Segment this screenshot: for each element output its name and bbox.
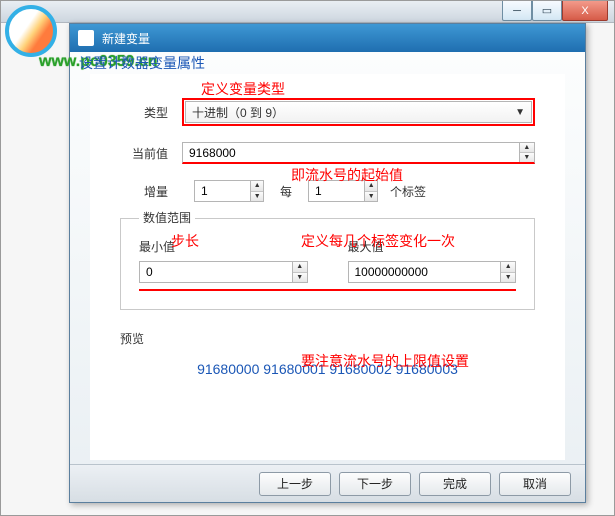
type-select[interactable]: 十进制（0 到 9） ▼: [185, 101, 532, 123]
min-col: 最小值 ▲ ▼: [139, 238, 308, 283]
spin-up-icon[interactable]: ▲: [520, 143, 534, 153]
type-label: 类型: [120, 104, 168, 121]
cancel-button[interactable]: 取消: [499, 472, 571, 496]
window-controls: ─ ▭ X: [502, 1, 608, 21]
annotation-limit: 要注意流水号的上限值设置: [301, 351, 469, 371]
spin-up-icon[interactable]: ▲: [251, 181, 263, 192]
wizard-content: 类型 十进制（0 到 9） ▼ 当前值 ▲: [90, 74, 565, 460]
wizard-titlebar[interactable]: 新建变量: [70, 24, 585, 52]
max-spinner-arrows: ▲ ▼: [500, 262, 515, 282]
annotation-per: 定义每几个标签变化一次: [301, 231, 455, 251]
wizard-window: 新建变量 类型 十进制（0 到 9） ▼ 当前值: [69, 23, 586, 503]
outer-window: ─ ▭ X 界园 www.pc0359.cn 新建变量 类型 十进制（0 到 9…: [0, 0, 615, 516]
current-row: 当前值 ▲ ▼: [120, 142, 535, 164]
increment-spinner-arrows: ▲ ▼: [250, 181, 263, 201]
range-legend: 数值范围: [139, 209, 195, 226]
spin-up-icon[interactable]: ▲: [293, 262, 307, 273]
finish-button[interactable]: 完成: [419, 472, 491, 496]
spin-down-icon[interactable]: ▼: [501, 273, 515, 283]
prev-button[interactable]: 上一步: [259, 472, 331, 496]
min-spinner-arrows: ▲ ▼: [292, 262, 307, 282]
spin-up-icon[interactable]: ▲: [501, 262, 515, 273]
current-spinner-arrows: ▲ ▼: [519, 143, 534, 162]
wizard-title: 新建变量: [102, 30, 150, 47]
next-button[interactable]: 下一步: [339, 472, 411, 496]
min-label: 最小值: [139, 238, 308, 255]
wizard-icon: [78, 30, 94, 46]
max-spinner[interactable]: ▲ ▼: [348, 261, 517, 283]
increment-spinner[interactable]: ▲ ▼: [194, 180, 264, 202]
chevron-down-icon: ▼: [515, 107, 525, 118]
spin-down-icon[interactable]: ▼: [365, 192, 377, 202]
type-highlight-box: 十进制（0 到 9） ▼: [182, 98, 535, 126]
type-select-value: 十进制（0 到 9）: [192, 104, 284, 121]
current-value-spinner[interactable]: ▲ ▼: [182, 142, 535, 164]
close-button[interactable]: X: [562, 1, 608, 21]
range-highlight-underline: [139, 289, 516, 291]
increment-label: 增量: [120, 183, 168, 200]
current-label: 当前值: [120, 145, 168, 162]
maximize-button[interactable]: ▭: [532, 1, 562, 21]
max-input[interactable]: [349, 262, 501, 282]
annotation-type: 定义变量类型: [201, 79, 285, 99]
annotation-step: 步长: [171, 231, 199, 251]
per-label: 每: [276, 183, 296, 200]
annotation-current: 即流水号的起始值: [291, 165, 403, 185]
spin-down-icon[interactable]: ▼: [520, 153, 534, 162]
min-input[interactable]: [140, 262, 292, 282]
logo-circle-icon: [5, 5, 57, 57]
spin-down-icon[interactable]: ▼: [293, 273, 307, 283]
page-header: 设置计数器变量属性: [79, 53, 205, 73]
wizard-footer: 上一步 下一步 完成 取消: [70, 464, 585, 502]
current-value-input[interactable]: [183, 143, 519, 162]
type-row: 类型 十进制（0 到 9） ▼: [120, 98, 535, 126]
spin-down-icon[interactable]: ▼: [251, 192, 263, 202]
increment-input[interactable]: [195, 181, 250, 201]
minimize-button[interactable]: ─: [502, 1, 532, 21]
preview-label: 预览: [120, 330, 535, 347]
per-unit: 个标签: [390, 183, 426, 200]
min-spinner[interactable]: ▲ ▼: [139, 261, 308, 283]
